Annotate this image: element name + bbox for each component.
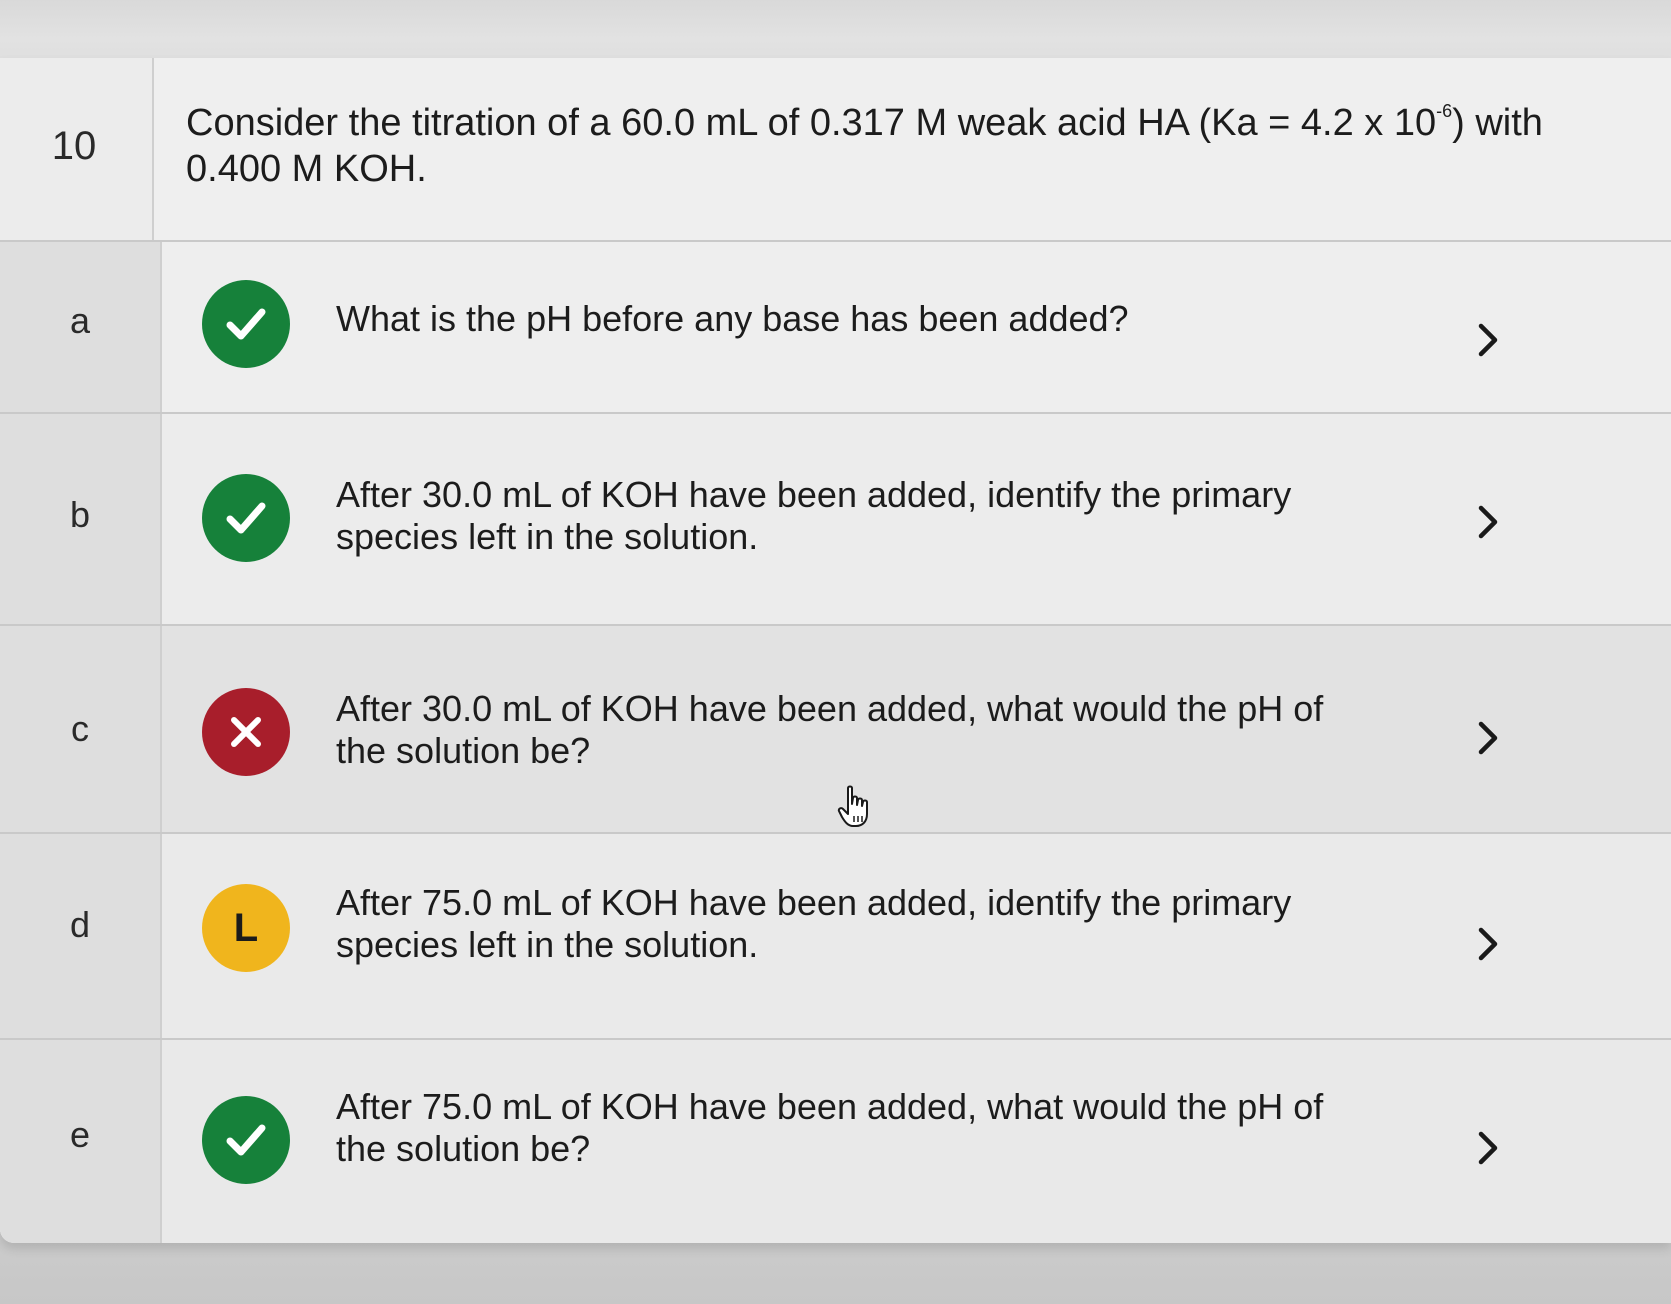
hand-pointer-icon	[837, 785, 868, 827]
part-label-d: d	[69, 904, 91, 945]
part-question-b: After 30.0 mL of KOH have been added, id…	[336, 474, 1292, 557]
part-row-b[interactable]: b After 30.0 mL of KOH have been added, …	[0, 412, 1671, 626]
x-icon	[231, 717, 261, 747]
status-partial-badge: L	[202, 884, 290, 972]
part-row-e[interactable]: e After 75.0 mL of KOH have been added, …	[0, 1038, 1671, 1243]
checkmark-icon	[226, 308, 266, 340]
question-stem-text: Consider the titration of a 60.0 mL of 0…	[186, 102, 1437, 144]
part-row-a[interactable]: a What is the pH before any base has bee…	[0, 240, 1671, 414]
chevron-right-icon[interactable]	[1468, 716, 1508, 760]
question-card: 10 Consider the titration of a 60.0 mL o…	[0, 58, 1671, 1243]
status-correct-badge	[202, 474, 290, 562]
question-stem: Consider the titration of a 60.0 mL of 0…	[186, 100, 1586, 192]
part-label-a: a	[69, 300, 91, 341]
part-label-e: e	[69, 1114, 91, 1155]
part-question-e: After 75.0 mL of KOH have been added, wh…	[336, 1086, 1324, 1169]
status-correct-badge	[202, 1096, 290, 1184]
l-icon: L	[233, 906, 259, 950]
chevron-right-icon[interactable]	[1468, 318, 1508, 362]
part-row-d[interactable]: d L After 75.0 mL of KOH have been added…	[0, 832, 1671, 1040]
part-label-c: c	[71, 708, 89, 749]
chevron-right-icon[interactable]	[1468, 500, 1508, 544]
part-label-b: b	[69, 494, 91, 535]
checkmark-icon	[226, 502, 266, 534]
part-question-c: After 30.0 mL of KOH have been added, wh…	[336, 688, 1324, 771]
chevron-right-icon[interactable]	[1468, 922, 1508, 966]
checkmark-icon	[226, 1124, 266, 1156]
question-header: 10 Consider the titration of a 60.0 mL o…	[0, 58, 1671, 240]
part-question-a: What is the pH before any base has been …	[336, 298, 1129, 339]
status-incorrect-badge	[202, 688, 290, 776]
ka-exponent: -6	[1436, 101, 1453, 121]
chevron-right-icon[interactable]	[1468, 1126, 1508, 1170]
part-question-d: After 75.0 mL of KOH have been added, id…	[336, 882, 1292, 965]
question-number: 10	[51, 124, 97, 168]
status-correct-badge	[202, 280, 290, 368]
